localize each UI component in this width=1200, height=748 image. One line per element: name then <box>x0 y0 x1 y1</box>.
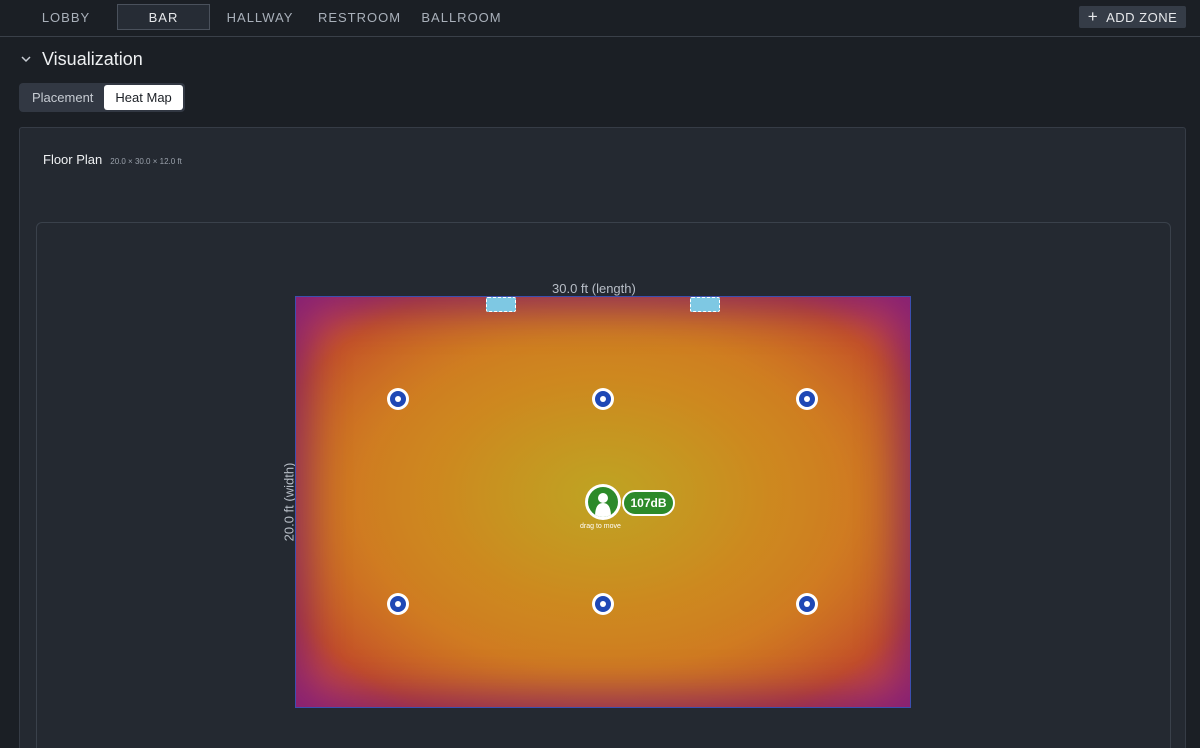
speaker-icon[interactable] <box>387 593 409 615</box>
visualization-section-toggle[interactable]: Visualization <box>20 48 143 70</box>
floor-plan-header: Floor Plan 20.0 × 30.0 × 12.0 ft <box>43 152 182 167</box>
zone-bar: LOBBY BAR HALLWAY RESTROOM BALLROOM + AD… <box>0 0 1200 37</box>
sensor-right[interactable] <box>690 297 720 312</box>
tab-lobby[interactable]: LOBBY <box>30 4 102 30</box>
speaker-icon[interactable] <box>592 388 614 410</box>
heat-map-toggle[interactable]: Heat Map <box>104 85 183 110</box>
person-icon <box>595 493 611 517</box>
tab-restroom[interactable]: RESTROOM <box>312 4 407 30</box>
view-toggle: Placement Heat Map <box>19 83 185 112</box>
speaker-icon[interactable] <box>592 593 614 615</box>
level-badge: 107dB <box>622 490 675 516</box>
drag-hint: drag to move <box>580 523 621 530</box>
length-label: 30.0 ft (length) <box>552 281 636 296</box>
tab-bar[interactable]: BAR <box>117 4 210 30</box>
sensor-left[interactable] <box>486 297 516 312</box>
placement-toggle[interactable]: Placement <box>21 85 104 110</box>
speaker-icon[interactable] <box>796 388 818 410</box>
speaker-icon[interactable] <box>796 593 818 615</box>
listener-marker[interactable] <box>585 484 621 520</box>
floor-plan-dimensions: 20.0 × 30.0 × 12.0 ft <box>110 157 182 166</box>
add-zone-label: ADD ZONE <box>1106 9 1178 25</box>
tab-hallway[interactable]: HALLWAY <box>220 4 300 30</box>
speaker-icon[interactable] <box>387 388 409 410</box>
plus-icon: + <box>1087 6 1099 26</box>
add-zone-button[interactable]: + ADD ZONE <box>1079 6 1186 28</box>
floor-plan-title: Floor Plan <box>43 152 103 167</box>
tab-ballroom[interactable]: BALLROOM <box>415 4 508 30</box>
chevron-down-icon <box>21 56 31 63</box>
section-title: Visualization <box>42 48 143 69</box>
